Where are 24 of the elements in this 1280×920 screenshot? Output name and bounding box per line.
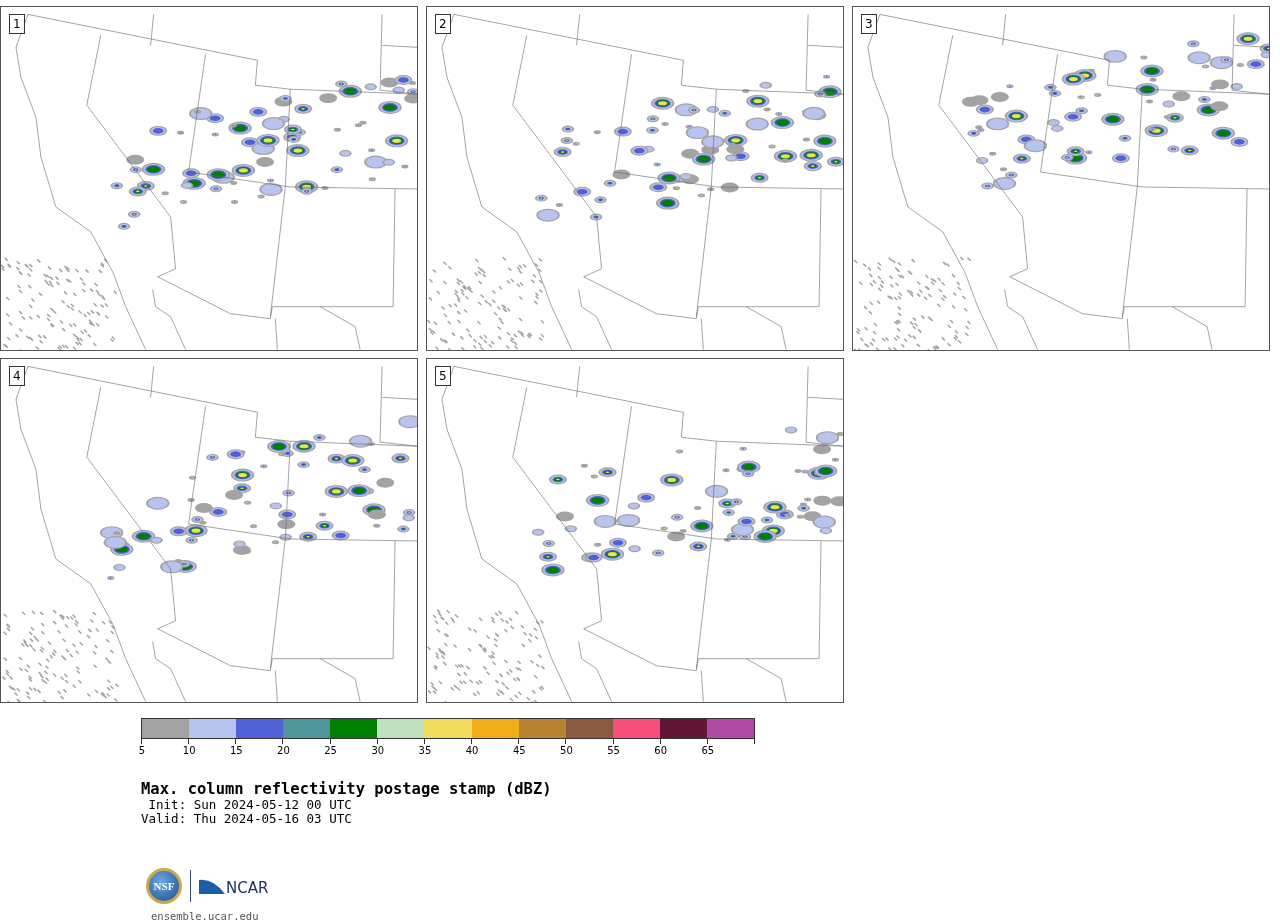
panel-number: 5 — [435, 366, 451, 386]
nsf-logo: NSF — [146, 868, 182, 904]
init-time: Init: Sun 2024-05-12 00 UTC — [147, 798, 353, 812]
tick-label: 50 — [559, 745, 574, 756]
ncar-logo: NCAR — [199, 876, 269, 896]
plot-title: Max. column reflectivity postage stamp (dBZ) — [141, 780, 553, 798]
tick-label: 55 — [606, 745, 621, 756]
panel-number: 2 — [435, 14, 451, 34]
tick-label: 15 — [228, 745, 244, 756]
tick-label: 60 — [653, 745, 669, 756]
tick-label: 20 — [276, 745, 291, 756]
panel-number: 3 — [861, 14, 877, 34]
panel-number: 4 — [9, 366, 25, 386]
panel-number: 1 — [9, 14, 25, 34]
valid-time: Valid: Thu 2024-05-16 03 UTC — [141, 812, 353, 826]
tick-label: 45 — [511, 745, 527, 756]
tick-label: 30 — [370, 745, 386, 756]
website-url: ensemble.ucar.edu — [151, 910, 260, 920]
tick-label: 25 — [323, 745, 338, 756]
tick-label: 40 — [464, 745, 480, 756]
tick-label: 65 — [700, 745, 716, 756]
tick-label: 10 — [181, 745, 197, 756]
tick-label: 5 — [137, 745, 147, 756]
tick-label: 35 — [417, 745, 433, 756]
